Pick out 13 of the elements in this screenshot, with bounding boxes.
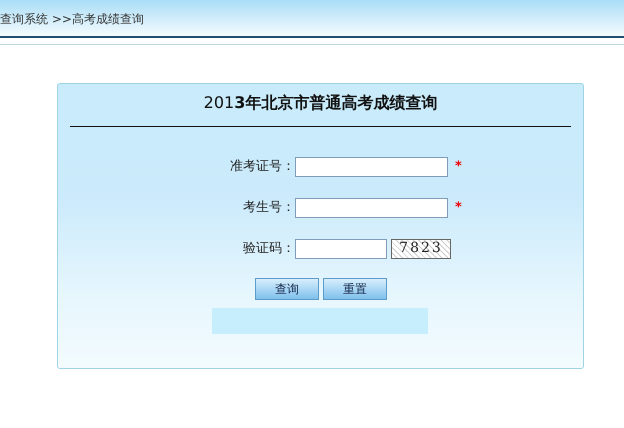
input-field[interactable]	[295, 198, 448, 218]
query-button[interactable]: 查询	[255, 278, 319, 300]
reset-button[interactable]: 重置	[323, 278, 387, 300]
page-title: 2013年北京市普通高考成绩查询	[204, 93, 438, 112]
field-label: 考生号：	[242, 198, 295, 217]
input-field[interactable]	[295, 238, 387, 258]
captcha-image: 7823	[391, 238, 451, 258]
breadcrumb: 查询系统 >>高考成绩查询	[0, 11, 144, 28]
input-field[interactable]	[295, 156, 448, 176]
field-label: 验证码：	[242, 240, 295, 258]
field-label: 准考证号：	[229, 158, 295, 176]
required-mark: *	[455, 158, 462, 176]
required-mark: *	[455, 198, 462, 217]
